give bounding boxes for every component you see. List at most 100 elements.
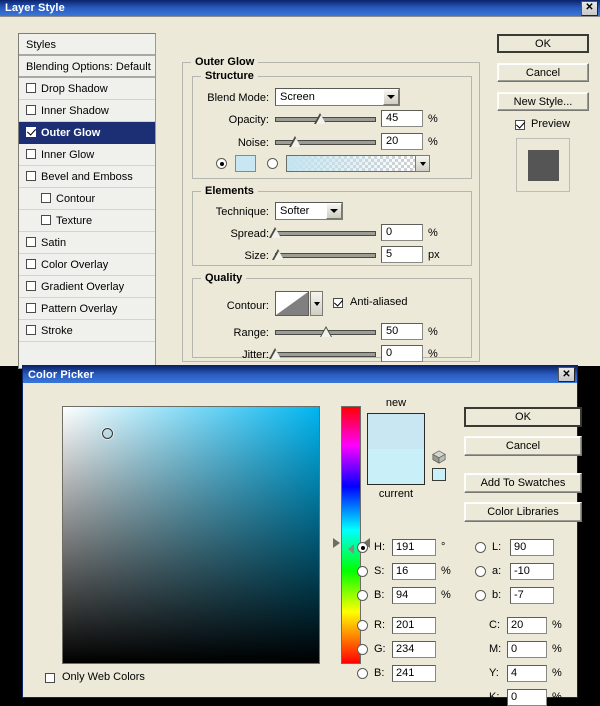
contour-chevron-down-icon[interactable] <box>310 291 323 316</box>
chevron-down-icon[interactable] <box>326 203 342 219</box>
noise-input[interactable]: 20 <box>381 133 423 150</box>
technique-select[interactable]: Softer <box>275 202 343 220</box>
jitter-slider-thumb[interactable] <box>269 348 282 360</box>
color-libraries-button[interactable]: Color Libraries <box>464 502 582 522</box>
glow-color-swatch[interactable] <box>235 155 256 172</box>
jitter-input[interactable]: 0 <box>381 345 423 362</box>
style-checkbox[interactable] <box>41 215 51 225</box>
opacity-input[interactable]: 45 <box>381 110 423 127</box>
input-a[interactable]: -10 <box>510 563 554 580</box>
size-input[interactable]: 5 <box>381 246 423 263</box>
only-web-colors-checkbox[interactable] <box>45 673 55 683</box>
radio-a[interactable] <box>475 566 486 577</box>
opacity-slider-thumb[interactable] <box>314 113 327 125</box>
web-safe-color-swatch[interactable] <box>432 468 446 481</box>
noise-slider-thumb[interactable] <box>289 136 302 148</box>
radio-g[interactable] <box>357 644 368 655</box>
style-row-bevel-and-emboss[interactable]: Bevel and Emboss <box>19 166 155 188</box>
style-row-pattern-overlay[interactable]: Pattern Overlay <box>19 298 155 320</box>
style-row-color-overlay[interactable]: Color Overlay <box>19 254 155 276</box>
jitter-unit: % <box>428 348 438 360</box>
new-current-color-swatch[interactable] <box>367 413 425 485</box>
color-picker-titlebar[interactable]: Color Picker ✕ <box>23 366 577 383</box>
radio-r[interactable] <box>357 620 368 631</box>
style-row-stroke[interactable]: Stroke <box>19 320 155 342</box>
input-b[interactable]: 241 <box>392 665 436 682</box>
style-checkbox[interactable] <box>26 281 36 291</box>
style-row-blending-options-default[interactable]: Blending Options: Default <box>19 56 155 78</box>
input-l[interactable]: 90 <box>510 539 554 556</box>
style-row-texture[interactable]: Texture <box>19 210 155 232</box>
spread-input[interactable]: 0 <box>381 224 423 241</box>
new-style-button[interactable]: New Style... <box>497 92 589 111</box>
input-s[interactable]: 16 <box>392 563 436 580</box>
chevron-down-icon[interactable] <box>383 89 399 105</box>
range-input[interactable]: 50 <box>381 323 423 340</box>
close-icon[interactable]: ✕ <box>558 367 575 382</box>
input-c[interactable]: 20 <box>507 617 547 634</box>
input-r[interactable]: 201 <box>392 617 436 634</box>
blend-mode-select[interactable]: Screen <box>275 88 400 106</box>
web-safe-warning-cube-icon[interactable] <box>432 450 446 464</box>
input-y[interactable]: 4 <box>507 665 547 682</box>
input-b[interactable]: 94 <box>392 587 436 604</box>
jitter-slider[interactable] <box>269 347 376 361</box>
cancel-button[interactable]: Cancel <box>497 63 589 82</box>
style-row-drop-shadow[interactable]: Drop Shadow <box>19 78 155 100</box>
anti-aliased-checkbox[interactable] <box>333 298 343 308</box>
spread-unit: % <box>428 227 438 239</box>
cp-cancel-button[interactable]: Cancel <box>464 436 582 456</box>
color-field[interactable] <box>62 406 320 664</box>
style-row-label: Gradient Overlay <box>41 281 125 293</box>
input-b[interactable]: -7 <box>510 587 554 604</box>
fill-color-radio[interactable] <box>216 158 227 169</box>
contour-preview[interactable] <box>275 291 309 316</box>
input-h[interactable]: 191 <box>392 539 436 556</box>
style-checkbox[interactable] <box>26 325 36 335</box>
style-checkbox[interactable] <box>26 237 36 247</box>
style-checkbox[interactable] <box>26 149 36 159</box>
style-row-inner-shadow[interactable]: Inner Shadow <box>19 100 155 122</box>
style-checkbox[interactable] <box>26 303 36 313</box>
size-slider-thumb[interactable] <box>272 249 285 261</box>
size-slider[interactable] <box>272 248 376 262</box>
spread-slider[interactable] <box>269 226 376 240</box>
style-row-inner-glow[interactable]: Inner Glow <box>19 144 155 166</box>
style-row-contour[interactable]: Contour <box>19 188 155 210</box>
ok-button[interactable]: OK <box>497 34 589 53</box>
style-checkbox[interactable] <box>26 105 36 115</box>
style-row-satin[interactable]: Satin <box>19 232 155 254</box>
input-m[interactable]: 0 <box>507 641 547 658</box>
cp-ok-button[interactable]: OK <box>464 407 582 427</box>
style-row-outer-glow[interactable]: Outer Glow <box>19 122 155 144</box>
current-color-half[interactable] <box>368 449 424 484</box>
range-slider-thumb[interactable] <box>319 326 333 338</box>
add-to-swatches-button[interactable]: Add To Swatches <box>464 473 582 493</box>
label-b: b: <box>492 589 502 601</box>
radio-h[interactable] <box>357 542 368 553</box>
input-g[interactable]: 234 <box>392 641 436 658</box>
layer-style-titlebar[interactable]: Layer Style ✕ <box>0 0 600 17</box>
radio-b[interactable] <box>475 590 486 601</box>
style-row-gradient-overlay[interactable]: Gradient Overlay <box>19 276 155 298</box>
gradient-chevron-down-icon[interactable] <box>415 155 430 172</box>
radio-l[interactable] <box>475 542 486 553</box>
style-checkbox[interactable] <box>26 83 36 93</box>
noise-slider[interactable] <box>275 135 376 149</box>
radio-b[interactable] <box>357 668 368 679</box>
radio-b[interactable] <box>357 590 368 601</box>
new-color-half[interactable] <box>368 414 424 449</box>
style-checkbox[interactable] <box>26 171 36 181</box>
style-row-label: Bevel and Emboss <box>41 171 133 183</box>
range-slider[interactable] <box>275 325 376 339</box>
opacity-slider[interactable] <box>275 112 376 126</box>
glow-gradient-swatch[interactable] <box>286 155 416 172</box>
style-checkbox[interactable] <box>41 193 51 203</box>
close-icon[interactable]: ✕ <box>581 0 598 16</box>
fill-gradient-radio[interactable] <box>267 158 278 169</box>
style-checkbox[interactable] <box>26 127 36 137</box>
style-checkbox[interactable] <box>26 259 36 269</box>
preview-checkbox[interactable] <box>515 120 525 130</box>
spread-slider-thumb[interactable] <box>269 227 282 239</box>
radio-s[interactable] <box>357 566 368 577</box>
